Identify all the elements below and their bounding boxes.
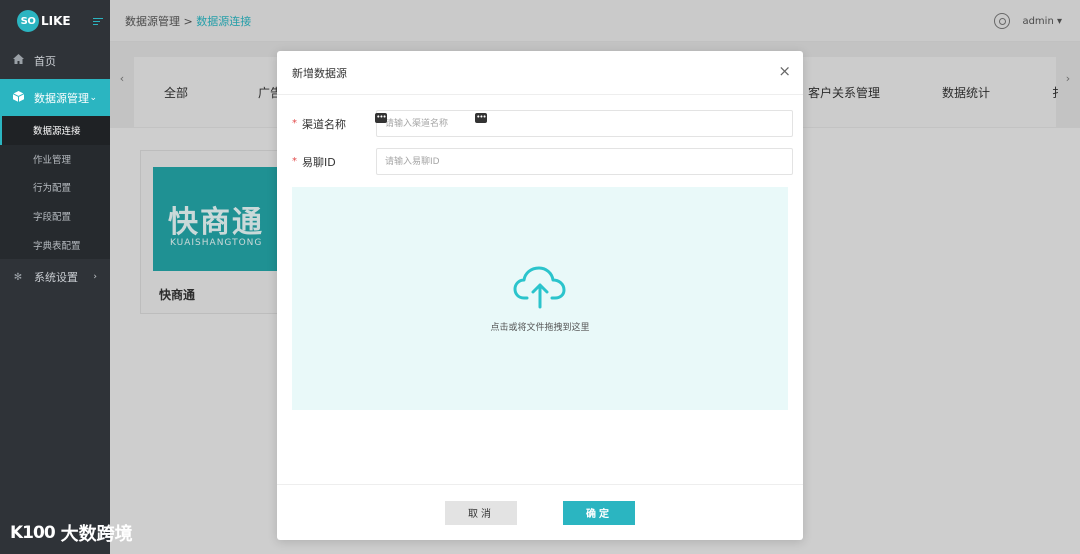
cancel-button[interactable]: 取消 <box>445 500 517 525</box>
sidebar-subitem-jobs[interactable]: 作业管理 <box>0 145 110 174</box>
form-row-yiliao-id: * 易聊ID <box>292 148 793 175</box>
logo[interactable]: SO LIKE <box>0 0 110 42</box>
yiliao-id-input[interactable] <box>376 148 793 175</box>
chevron-down-icon: ⌄ <box>89 92 97 103</box>
menu-toggle-icon[interactable] <box>92 17 103 25</box>
logo-badge: SO <box>17 10 39 32</box>
dialog-title: 新增数据源 <box>292 66 347 80</box>
home-icon <box>12 54 24 67</box>
channel-name-input[interactable] <box>376 110 793 137</box>
required-asterisk: * <box>292 156 297 167</box>
dialog-header: 新增数据源 × <box>277 51 803 95</box>
add-datasource-dialog: 新增数据源 × * 渠道名称 ••• ••• * 易聊ID 点击或将文件拖拽到这… <box>277 51 803 540</box>
cube-icon <box>12 90 24 105</box>
sidebar-submenu: 数据源连接 作业管理 行为配置 字段配置 字典表配置 <box>0 116 110 259</box>
sidebar-subitem-datasource-connection[interactable]: 数据源连接 <box>0 116 110 145</box>
sidebar-item-label: 数据源管理 <box>34 91 89 105</box>
sidebar-item-label: 系统设置 <box>34 271 78 285</box>
sidebar-item-home[interactable]: 首页 <box>0 42 110 79</box>
close-icon[interactable]: × <box>778 64 791 79</box>
more-dots-icon: ••• <box>475 113 487 123</box>
logo-text: LIKE <box>41 14 71 28</box>
sidebar-item-datasource[interactable]: 数据源管理 ⌄ <box>0 79 110 116</box>
field-label: 易聊ID <box>302 155 336 169</box>
gear-icon: ✻ <box>13 271 23 283</box>
sidebar-item-label: 首页 <box>34 54 56 68</box>
dialog-footer: 取消 确定 <box>277 484 803 540</box>
form-row-channel-name: * 渠道名称 <box>292 110 793 137</box>
sidebar: SO LIKE 首页 数据源管理 ⌄ 数据源连接 作业管理 行为配置 字段配置 … <box>0 0 110 554</box>
sidebar-subitem-dictionary[interactable]: 字典表配置 <box>0 230 110 259</box>
file-upload-dropzone[interactable]: 点击或将文件拖拽到这里 <box>292 187 788 410</box>
cloud-upload-icon <box>513 265 567 312</box>
watermark: K100 大数跨境 <box>10 520 133 546</box>
watermark-logo: K100 <box>10 523 56 543</box>
required-asterisk: * <box>292 118 297 129</box>
sidebar-subitem-fields[interactable]: 字段配置 <box>0 202 110 231</box>
more-dots-icon: ••• <box>375 113 387 123</box>
chevron-right-icon: › <box>93 272 97 283</box>
field-label: 渠道名称 <box>302 117 346 131</box>
sidebar-item-settings[interactable]: ✻ 系统设置 › <box>0 259 110 296</box>
watermark-text: 大数跨境 <box>60 524 133 545</box>
confirm-button[interactable]: 确定 <box>563 500 635 525</box>
upload-hint: 点击或将文件拖拽到这里 <box>490 322 590 333</box>
sidebar-subitem-behavior[interactable]: 行为配置 <box>0 173 110 202</box>
